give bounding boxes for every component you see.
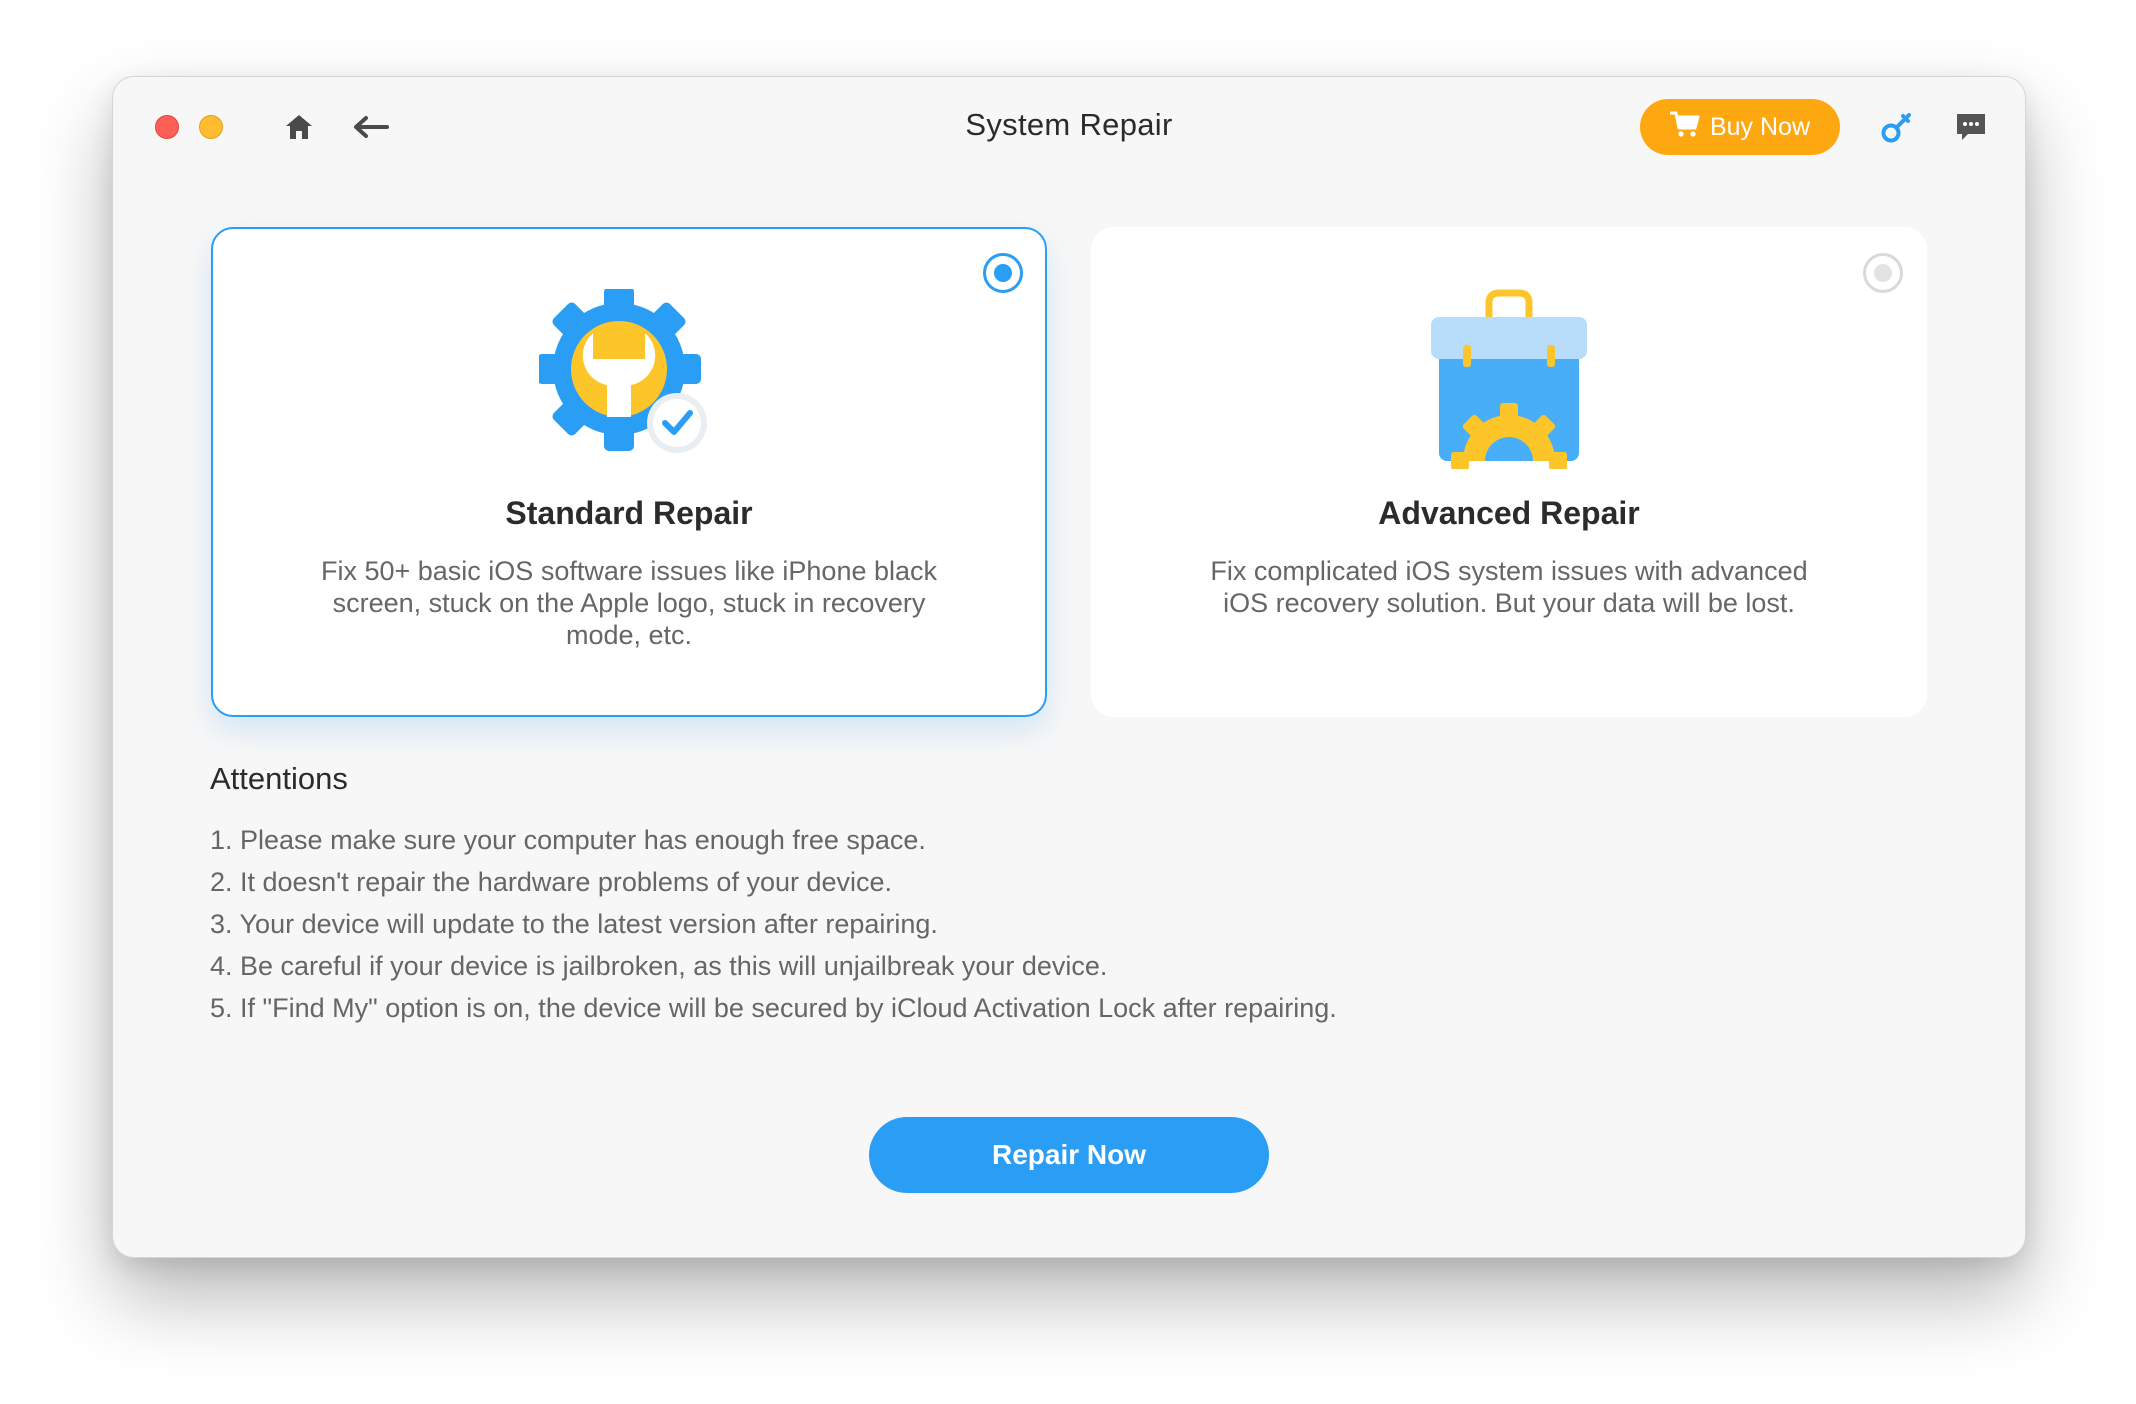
feedback-icon[interactable] (1951, 107, 1991, 147)
attentions-list: 1. Please make sure your computer has en… (210, 819, 1337, 1029)
standard-repair-description: Fix 50+ basic iOS software issues like i… (320, 556, 938, 650)
advanced-repair-radio[interactable] (1863, 253, 1903, 293)
gear-wrench-check-icon (537, 287, 719, 469)
attention-item: 2. It doesn't repair the hardware proble… (210, 867, 893, 897)
attention-item: 5. If "Find My" option is on, the device… (210, 993, 1337, 1023)
buy-now-button[interactable]: Buy Now (1640, 99, 1840, 155)
titlebar: System Repair Buy Now (113, 77, 2025, 177)
standard-repair-radio[interactable] (983, 253, 1023, 293)
attention-item: 3. Your device will update to the latest… (210, 909, 938, 939)
app-window: System Repair Buy Now Standard Repair Fi… (112, 76, 2026, 1258)
standard-repair-title: Standard Repair (505, 495, 753, 531)
attention-item: 4. Be careful if your device is jailbrok… (210, 951, 1108, 981)
standard-repair-card[interactable]: Standard Repair Fix 50+ basic iOS softwa… (211, 227, 1047, 717)
cart-icon (1669, 110, 1700, 145)
advanced-repair-description: Fix complicated iOS system issues with a… (1210, 556, 1808, 618)
buy-now-label: Buy Now (1709, 112, 1811, 141)
repair-now-button[interactable]: Repair Now (869, 1117, 1269, 1193)
key-icon[interactable] (1877, 107, 1917, 147)
advanced-repair-title: Advanced Repair (1378, 495, 1640, 531)
toolbox-icon (1419, 289, 1599, 470)
attentions-title: Attentions (210, 761, 348, 796)
advanced-repair-card[interactable]: Advanced Repair Fix complicated iOS syst… (1091, 227, 1927, 717)
attention-item: 1. Please make sure your computer has en… (210, 825, 926, 855)
